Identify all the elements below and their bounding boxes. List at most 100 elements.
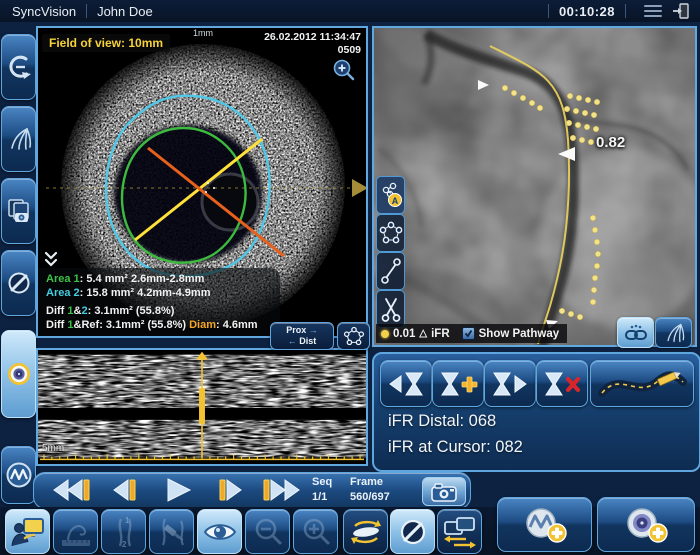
- seq-label: Seq: [312, 475, 344, 490]
- marker-previous-icon: [387, 369, 425, 399]
- angio-view-button[interactable]: [655, 317, 692, 348]
- sequence-counter: Seq 1/1: [312, 475, 344, 505]
- contour-points-icon: [343, 326, 365, 346]
- jump-start-button[interactable]: [48, 477, 92, 503]
- contrast-injection-button[interactable]: [149, 509, 194, 554]
- contour-points-icon: [379, 220, 403, 246]
- auto-segment-button[interactable]: A: [376, 176, 405, 214]
- ivus-scale-label: 1mm: [193, 28, 213, 38]
- view-eye-button[interactable]: [197, 509, 242, 554]
- sidebar-pressure-wave-button[interactable]: [1, 446, 36, 504]
- marker-add-button[interactable]: [432, 360, 484, 407]
- zoom-in-icon: [300, 516, 332, 548]
- magnifier-icon[interactable]: [332, 58, 356, 82]
- sidebar-c-arm-sync-button[interactable]: [1, 34, 36, 100]
- sidebar-ivus-button-active[interactable]: [1, 330, 36, 418]
- arrow-left-icon: ←: [288, 336, 297, 346]
- angiogram-image: [374, 28, 695, 345]
- ivus-cross-section-panel[interactable]: Field of view: 10mm 1mm 26.02.2012 11:34…: [36, 26, 368, 338]
- swap-screens-button[interactable]: [437, 509, 482, 554]
- measurement-diffref: Diff 1&Ref: 3.1mm² (55.8%) Diam: 4.6mm: [46, 319, 272, 333]
- eye-icon: [202, 519, 238, 545]
- add-ivus-recording-button[interactable]: [597, 497, 695, 552]
- measure-ruler-icon: [59, 516, 93, 548]
- pressure-wave-icon: [5, 461, 33, 489]
- marker-delete-icon: [542, 369, 582, 399]
- step-forward-button[interactable]: [212, 477, 246, 503]
- c-arm-sync-icon: [6, 54, 32, 80]
- measure-line-icon: [379, 257, 403, 285]
- check-icon: [464, 329, 473, 338]
- sidebar-archive-button[interactable]: [1, 178, 36, 244]
- flip-image-button[interactable]: [343, 509, 388, 554]
- zoom-out-button[interactable]: [245, 509, 290, 554]
- sidebar-angio-button[interactable]: [1, 106, 36, 172]
- diam-value: : 4.6mm: [216, 319, 258, 331]
- vessel-label-1: 1: [125, 516, 130, 525]
- flip-image-icon: [348, 516, 384, 548]
- coregistration-link-button[interactable]: [617, 317, 654, 348]
- ivus-eclipse-button[interactable]: [390, 509, 435, 554]
- bottom-toolbar: 1 2: [0, 507, 700, 555]
- divider: [625, 4, 626, 18]
- a-badge-label: A: [391, 196, 398, 206]
- patient-setup-button[interactable]: [5, 509, 50, 554]
- diffref-value: : 3.1mm² (55.8%): [99, 319, 189, 331]
- measure-ruler-button[interactable]: [53, 509, 98, 554]
- ifr-distal-readout: iFR Distal: 068: [388, 412, 496, 431]
- measure-line-tool-button[interactable]: [376, 252, 405, 290]
- measurement-area1: Area 1: 5.4 mm² 2.6mm-2.8mm: [46, 273, 272, 287]
- jump-end-button[interactable]: [260, 477, 306, 503]
- frame-id: 0509: [264, 44, 361, 57]
- arrow-right-icon: →: [309, 325, 318, 335]
- play-button[interactable]: [158, 477, 192, 503]
- ifr-dot-icon: [381, 330, 389, 338]
- marker-next-button[interactable]: [484, 360, 536, 407]
- zoom-out-icon: [252, 516, 284, 548]
- marker-delete-button[interactable]: [536, 360, 588, 407]
- acquisition-timestamp: 26.02.2012 11:34:47 0509: [264, 31, 361, 57]
- divider: [86, 4, 87, 18]
- angiogram-panel[interactable]: 0.82 A: [372, 26, 697, 347]
- contour-points-button[interactable]: [337, 322, 370, 350]
- angio-vessel-icon: [663, 322, 685, 344]
- show-pathway-checkbox[interactable]: [462, 327, 475, 340]
- edit-pathway-button[interactable]: [590, 360, 694, 407]
- vessel-segments-icon: 1 2: [107, 515, 141, 549]
- snapshot-button[interactable]: [422, 477, 466, 506]
- frame-label: Frame: [350, 475, 414, 490]
- marker-next-icon: [491, 369, 529, 399]
- syncvision-app: SyncVision John Doe 00:10:28: [0, 0, 700, 555]
- prox-dist-toggle-button[interactable]: Prox → ← Dist: [270, 322, 334, 350]
- app-title: SyncVision: [12, 4, 76, 19]
- top-bar: SyncVision John Doe 00:10:28: [0, 0, 700, 22]
- menu-icon[interactable]: [644, 5, 662, 17]
- frame-value: 560/697: [350, 490, 414, 505]
- angio-vessel-icon: [6, 126, 32, 152]
- sidebar-eclipse-button[interactable]: [1, 250, 36, 316]
- marker-add-icon: [438, 369, 478, 399]
- seq-value: 1/1: [312, 490, 344, 505]
- ivus-longitudinal-panel[interactable]: 5mm: [36, 348, 368, 466]
- cut-tool-button[interactable]: [376, 290, 405, 328]
- measurement-diff12: Diff 1&2: 3.1mm² (55.8%): [46, 305, 272, 319]
- link-icon: [624, 324, 648, 342]
- diffref-ref: Ref: [81, 319, 99, 331]
- step-back-button[interactable]: [104, 477, 138, 503]
- long-scale-label: 5mm: [42, 443, 64, 454]
- exit-icon[interactable]: [672, 3, 690, 19]
- vessel-segments-button[interactable]: 1 2: [101, 509, 146, 554]
- collapse-chevron-icon[interactable]: [42, 250, 62, 270]
- add-pressure-recording-button[interactable]: [497, 497, 592, 552]
- patient-setup-icon: [11, 516, 45, 548]
- ivus-transducer-icon: [5, 360, 33, 388]
- contour-points-tool-button[interactable]: [376, 214, 405, 252]
- marker-previous-button[interactable]: [380, 360, 432, 407]
- zoom-in-button[interactable]: [293, 509, 338, 554]
- contrast-injection-icon: [155, 515, 189, 549]
- delta-icon: △: [419, 328, 427, 339]
- ifr-metric-label: iFR: [431, 328, 450, 340]
- ifr-step-value: 0.01: [393, 328, 415, 340]
- snapshot-archive-icon: [5, 197, 33, 225]
- scissors-icon: [379, 295, 403, 323]
